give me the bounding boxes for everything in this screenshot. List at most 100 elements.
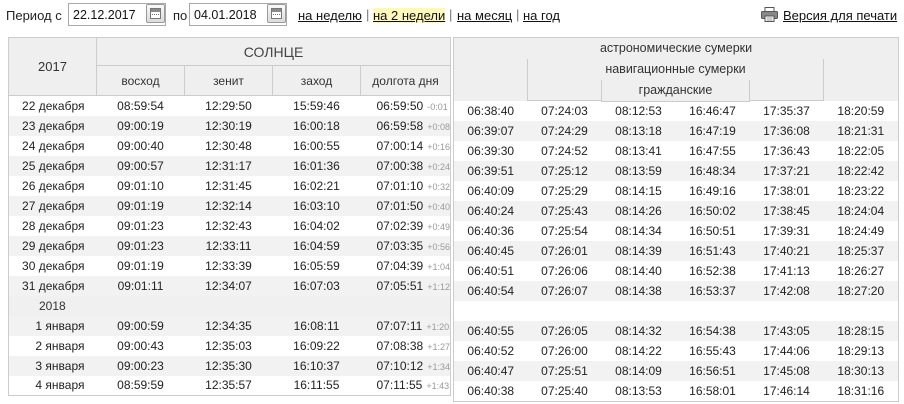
day-length-value: 07:04:39 [376,258,424,273]
nautical-dusk-cell: 17:46:14 [749,381,824,401]
sunset-cell: 16:04:02 [272,215,361,236]
table-row: 06:40:24 07:25:43 08:14:26 16:50:02 17:38:45… [453,201,899,221]
column-day-length: долгота дня [359,65,452,96]
sunrise-cell: 09:00:57 [96,155,185,176]
sunrise-cell: 09:01:19 [96,195,185,216]
astro-dusk-cell: 18:24:04 [823,201,899,221]
date-cell: 30 декабря [8,255,97,276]
nautical-dawn-cell: 07:26:05 [527,321,602,341]
zenith-cell: 12:35:57 [184,375,273,396]
day-length-value: 07:01:50 [376,198,424,213]
civil-dawn-cell: 08:14:32 [601,321,676,341]
astronomical-twilight-header: астрономические сумерки [453,37,899,59]
table-row: 06:40:55 07:26:05 08:14:32 16:54:38 17:43:05… [453,321,899,341]
civil-dusk-cell: 16:49:16 [675,181,750,201]
printer-icon[interactable] [761,7,778,22]
civil-dawn-cell: 08:14:22 [601,341,676,361]
table-row: 24 декабря 09:00:40 12:30:48 16:00:55 07:00:… [8,135,451,156]
day-length-delta: +0:08 [427,121,450,132]
table-row: 06:39:07 07:24:29 08:13:18 16:47:19 17:36:08… [453,121,899,141]
table-row: 27 декабря 09:01:19 12:32:14 16:03:10 07:01:… [8,195,451,216]
zenith-cell: 12:33:39 [184,255,273,276]
sunset-cell: 16:10:37 [272,355,361,376]
day-length-cell: 07:11:55 +1:43 [360,375,451,396]
civil-dawn-cell: 08:14:38 [601,281,676,301]
nautical-dawn-cell: 07:25:40 [527,381,602,401]
column-zenith: зенит [184,65,273,96]
date-from-calendar-button[interactable] [146,4,165,23]
date-cell: 28 декабря [8,215,97,236]
day-length-delta: +0:56 [427,241,450,252]
zenith-cell: 12:32:14 [184,195,273,216]
table-row: 06:40:09 07:25:29 08:14:15 16:49:16 17:38:01… [453,181,899,201]
day-length-delta: +0:16 [427,141,450,152]
astro-dawn-cell: 06:40:55 [453,321,528,341]
sunset-cell: 16:03:10 [272,195,361,216]
zenith-cell: 12:30:48 [184,135,273,156]
zenith-cell: 12:29:50 [184,95,273,116]
astro-dawn-cell: 06:40:54 [453,281,528,301]
nautical-dusk-cell: 17:43:05 [749,321,824,341]
sunset-cell: 16:00:18 [272,115,361,136]
nautical-dusk-cell: 17:36:43 [749,141,824,161]
nautical-dawn-cell: 07:24:52 [527,141,602,161]
date-cell: 25 декабря [8,155,97,176]
nautical-dusk-cell: 17:35:37 [749,101,824,121]
table-row: 22 декабря 08:59:54 12:29:50 15:59:46 06:59:… [8,95,451,116]
nautical-dawn-cell: 07:26:07 [527,281,602,301]
nautical-dawn-cell: 07:25:29 [527,181,602,201]
day-length-value: 07:02:39 [376,218,424,233]
day-length-delta: +1:43 [426,381,450,392]
print-version-link[interactable]: Версия для печати [783,8,897,23]
astro-dusk-cell: 18:24:49 [823,221,899,241]
separator: | [516,7,520,22]
astro-dusk-cell: 18:30:13 [823,361,899,381]
link-week[interactable]: на неделю [298,8,362,23]
day-length-delta: +0:49 [427,221,450,232]
zenith-cell: 12:32:43 [184,215,273,236]
nautical-twilight-header: навигационные сумерки [527,58,824,80]
year-spacer-row [453,301,899,321]
table-row: 06:39:51 07:25:12 08:13:59 16:48:34 17:37:21… [453,161,899,181]
separator: | [449,7,453,22]
nautical-dawn-cell: 07:25:43 [527,201,602,221]
date-cell: 24 декабря [8,135,97,156]
civil-dusk-cell: 16:51:43 [675,241,750,261]
civil-twilight-header: гражданские [601,79,750,101]
date-cell: 23 декабря [8,115,97,136]
civil-dusk-cell: 16:47:19 [675,121,750,141]
day-length-cell: 07:01:10 +0:32 [360,175,451,196]
year-header: 2017 [8,37,97,96]
astro-dawn-cell: 06:38:40 [453,101,528,121]
link-year[interactable]: на год [523,8,560,23]
year-label: 2018 [8,295,451,316]
sunrise-cell: 09:00:23 [96,355,185,376]
sunrise-cell: 09:01:19 [96,255,185,276]
table-row: 26 декабря 09:01:10 12:31:45 16:02:21 07:01:… [8,175,451,196]
table-row: 3 января 09:00:23 12:35:30 16:10:37 07:10:12… [8,355,451,376]
date-to-calendar-button[interactable] [267,4,286,23]
day-length-delta: +1:04 [427,261,450,272]
astro-dusk-cell: 18:20:59 [823,101,899,121]
sunset-cell: 16:08:11 [272,315,361,336]
sunset-cell: 16:07:03 [272,275,361,296]
link-2-weeks[interactable]: на 2 недели [373,8,446,23]
day-length-value: 07:00:38 [376,158,424,173]
nautical-dusk-cell: 17:39:31 [749,221,824,241]
nautical-dusk-cell: 17:45:08 [749,361,824,381]
astro-dusk-cell: 18:27:20 [823,281,899,301]
zenith-cell: 12:35:03 [184,335,273,356]
table-row: 06:39:30 07:24:52 08:13:41 16:47:55 17:36:43… [453,141,899,161]
sunrise-cell: 08:59:59 [96,375,185,396]
day-length-cell: 07:07:11 +1:20 [360,315,451,336]
astro-dusk-cell: 18:31:16 [823,381,899,401]
astro-dusk-cell: 18:29:13 [823,341,899,361]
sunset-cell: 16:05:59 [272,255,361,276]
sunrise-cell: 09:00:19 [96,115,185,136]
nautical-dawn-cell: 07:24:29 [527,121,602,141]
day-length-delta: +1:27 [427,341,450,352]
day-length-cell: 07:02:39 +0:49 [360,215,451,236]
zenith-cell: 12:31:17 [184,155,273,176]
date-cell: 2 января [8,335,97,356]
link-month[interactable]: на месяц [457,8,512,23]
